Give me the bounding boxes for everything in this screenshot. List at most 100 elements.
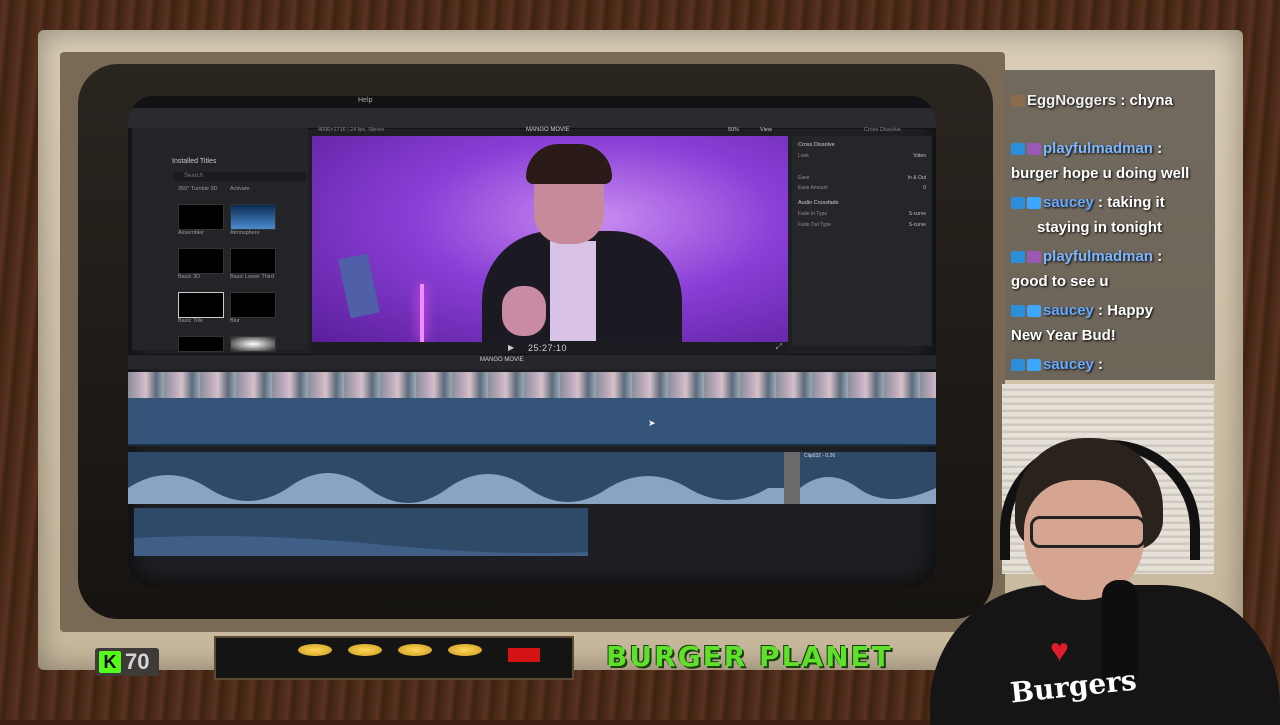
knob-icon: [348, 644, 382, 656]
chat-message: playfulmadman :: [1011, 248, 1162, 265]
chat-username[interactable]: saucey: [1043, 194, 1094, 211]
webcam-feed: ♥ Burgers: [930, 420, 1280, 725]
badge-icon: [1011, 251, 1025, 264]
title-item-label: Blur: [230, 318, 240, 324]
timeline-project-name[interactable]: MANGO MOVIE: [480, 357, 524, 363]
chat-message: EggNoggers : chyna: [1011, 92, 1173, 109]
chat-username[interactable]: saucey: [1043, 302, 1094, 319]
viewer-count-badge: K 70: [95, 648, 159, 676]
title-thumb[interactable]: [178, 248, 224, 274]
badge-icon: [1011, 143, 1025, 156]
chat-separator: :: [1153, 140, 1163, 157]
video-viewer[interactable]: [312, 136, 788, 342]
viewer-count: 70: [125, 649, 150, 674]
menu-bar: Help: [128, 96, 936, 108]
title-item-label: Basic Lower Third: [230, 274, 274, 280]
chat-username[interactable]: EggNoggers: [1027, 92, 1116, 109]
chat-separator: :: [1093, 302, 1108, 319]
brand-title: BURGER PLANET: [606, 640, 893, 673]
music-clip[interactable]: [134, 508, 588, 556]
neon-lamp: [420, 284, 424, 342]
chat-text: taking it: [1107, 194, 1165, 211]
chat-text: good to see u: [1011, 273, 1109, 290]
chat-message: playfulmadman :: [1011, 140, 1162, 157]
view-menu[interactable]: View: [760, 127, 772, 133]
title-item-label: Assembler: [178, 230, 204, 236]
title-thumb[interactable]: [230, 204, 276, 230]
title-item-label: Atmosphere: [230, 230, 260, 236]
title-thumb-selected[interactable]: [178, 292, 224, 318]
badge-icon: [1027, 197, 1041, 210]
timecode: 25:27:10: [528, 343, 568, 353]
chat-separator: :: [1093, 356, 1104, 373]
clip-info: 4096×1716 | 24 fps, Stereo: [318, 127, 385, 133]
game-box: [338, 253, 380, 319]
badge-icon: [1011, 305, 1025, 318]
viewer-title: MANGO MOVIE: [526, 127, 570, 133]
video-frame: [312, 136, 788, 342]
title-thumb[interactable]: [178, 204, 224, 230]
chat-text: New Year Bud!: [1011, 327, 1116, 344]
person-hand: [502, 286, 546, 336]
inspector-panel: Cross Dissolve Look Video Ease In & Out …: [792, 136, 932, 346]
badge-icon: [1027, 143, 1041, 156]
title-thumb[interactable]: [230, 292, 276, 318]
badge-icon: [1027, 305, 1041, 318]
fade-in-value[interactable]: S-curve: [909, 211, 926, 217]
fade-in-label: Fade In Type: [798, 211, 828, 217]
audio-clip[interactable]: Clip032 - 0.26: [128, 452, 936, 504]
zoom-level[interactable]: 50%: [728, 127, 739, 133]
chat-text: Happy: [1107, 302, 1154, 319]
badge-icon: [1011, 197, 1025, 210]
video-clip[interactable]: [128, 398, 936, 446]
chat-separator: :: [1153, 248, 1163, 265]
fade-out-label: Fade Out Type: [798, 222, 831, 228]
person-hair: [526, 144, 612, 184]
chat-username[interactable]: saucey: [1043, 356, 1094, 373]
titles-browser: Installed Titles Search 350° Tumble 3D A…: [132, 128, 308, 352]
video-filmstrip[interactable]: [128, 372, 936, 398]
knob-icon: [398, 644, 432, 656]
inspector-heading: Cross Dissolve: [798, 142, 835, 148]
look-value[interactable]: Video: [913, 153, 926, 159]
search-input[interactable]: Search: [174, 172, 306, 181]
tv-control-panel: [214, 636, 574, 680]
chat-panel: EggNoggers : chyna playfulmadman : burge…: [1005, 70, 1215, 380]
chat-username[interactable]: playfulmadman: [1043, 248, 1153, 265]
title-item-label: Activate: [230, 186, 250, 192]
fullscreen-icon[interactable]: ⤢: [776, 342, 782, 352]
timeline-header: MANGO MOVIE: [128, 354, 936, 369]
tv-screen: Help Installed Titles Search 350° Tumble…: [128, 96, 936, 586]
ease-value[interactable]: In & Out: [908, 175, 926, 181]
menu-help[interactable]: Help: [358, 97, 372, 104]
person-shirt: [550, 241, 596, 341]
chat-text: burger hope u doing well: [1011, 165, 1190, 182]
badge-icon: [1011, 95, 1025, 108]
clip-marker: Clip032 - 0.26: [804, 453, 836, 459]
badge-icon: [1027, 251, 1041, 264]
glasses: [1030, 516, 1146, 548]
browser-title[interactable]: Installed Titles: [172, 158, 216, 165]
title-item-label: Basic 3D: [178, 274, 201, 280]
chat-text: chyna: [1129, 92, 1173, 109]
fade-out-value[interactable]: S-curve: [909, 222, 926, 228]
badge-icon: [1027, 359, 1041, 372]
audio-crossfade-heading: Audio Crossfade: [798, 200, 839, 206]
chat-message: saucey : taking it: [1011, 194, 1165, 211]
viewer-controls: ▶ 25:27:10 ⤢: [312, 342, 788, 354]
chat-text: staying in tonight: [1037, 219, 1162, 236]
chat-username[interactable]: playfulmadman: [1043, 140, 1153, 157]
chat-message: saucey : Happy: [1011, 302, 1153, 319]
title-item-label: Basic Title: [178, 318, 204, 324]
inspector-tab[interactable]: Cross Dissolve: [864, 127, 901, 133]
toolbar: [128, 108, 936, 129]
music-waveform: [134, 536, 588, 556]
title-thumb[interactable]: [178, 336, 224, 352]
ease-amount-value[interactable]: 0: [923, 185, 926, 191]
chat-separator: :: [1116, 92, 1130, 109]
knob-icon: [448, 644, 482, 656]
title-thumb[interactable]: [230, 248, 276, 274]
play-icon[interactable]: ▶: [508, 343, 514, 352]
ease-label: Ease: [798, 175, 810, 181]
title-thumb[interactable]: [230, 336, 276, 352]
